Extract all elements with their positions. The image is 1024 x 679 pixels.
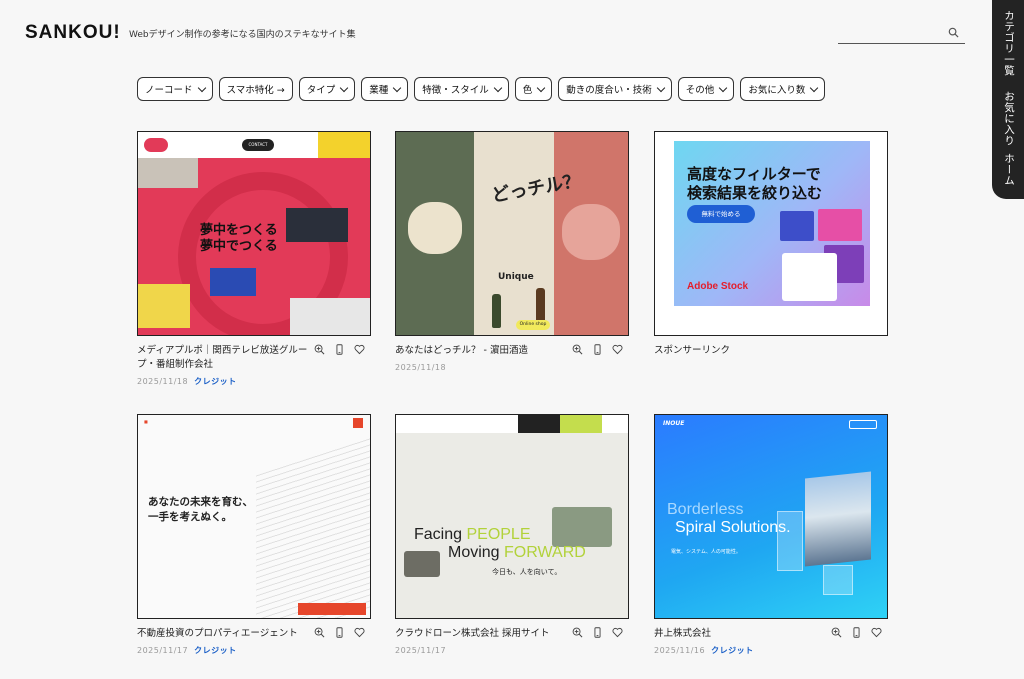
filter-motion[interactable]: 動きの度合い・技術 — [558, 77, 672, 101]
smartphone-icon[interactable] — [592, 344, 603, 355]
smartphone-icon[interactable] — [851, 627, 862, 638]
sponsor-ad[interactable]: 高度なフィルターで 検索結果を絞り込む 無料で始める Adobe Stock — [654, 131, 888, 336]
nav-home[interactable]: ホーム — [1001, 153, 1015, 186]
site-title[interactable]: クラウドローン株式会社 採用サイト — [395, 627, 569, 641]
credit-link[interactable]: クレジット — [194, 646, 237, 655]
adobe-stock-logo: Adobe Stock — [687, 281, 749, 292]
credit-link[interactable]: クレジット — [711, 646, 754, 655]
filter-bar: ノーコード スマホ特化 → タイプ 業種 特徴・スタイル 色 動きの度合い・技術… — [137, 77, 826, 101]
site-title[interactable]: 井上株式会社 — [654, 627, 828, 641]
search-input[interactable] — [838, 24, 943, 45]
chevron-down-icon — [393, 83, 402, 92]
zoom-icon[interactable] — [314, 344, 325, 355]
post-date: 2025/11/17 — [395, 646, 447, 655]
site-card: INOUE Borderless Spiral Solutions. 電気、シス… — [654, 414, 888, 658]
filter-other[interactable]: その他 — [677, 77, 735, 101]
site-card: どっチル？ Unique Online shop あなたはどっチル？ - 濵田酒… — [395, 131, 629, 375]
site-card: CONTACT 夢中をつくる 夢中でつくる メディアプルポ｜関西テレビ放送グループ… — [137, 131, 371, 389]
site-title[interactable]: 不動産投資のプロパティエージェント — [137, 627, 311, 641]
post-date: 2025/11/18 — [395, 363, 447, 372]
credit-link[interactable]: クレジット — [194, 377, 237, 386]
heart-icon[interactable] — [354, 627, 365, 638]
site-title[interactable]: メディアプルポ｜関西テレビ放送グループ・番組制作会社 — [137, 344, 311, 372]
site-thumbnail[interactable]: どっチル？ Unique Online shop — [395, 131, 629, 336]
site-tagline: Webデザイン制作の参考になる国内のステキなサイト集 — [129, 30, 356, 40]
ad-cta-button[interactable]: 無料で始める — [687, 205, 755, 223]
search-box — [838, 22, 965, 45]
chevron-down-icon — [537, 83, 546, 92]
site-thumbnail[interactable]: INOUE Borderless Spiral Solutions. 電気、シス… — [654, 414, 888, 619]
chevron-down-icon — [810, 83, 819, 92]
zoom-icon[interactable] — [572, 627, 583, 638]
site-logo[interactable]: SANKOU! — [25, 22, 121, 44]
filter-smartphone[interactable]: スマホ特化 → — [218, 77, 293, 101]
heart-icon[interactable] — [354, 344, 365, 355]
smartphone-icon[interactable] — [334, 344, 345, 355]
sponsor-card: 高度なフィルターで 検索結果を絞り込む 無料で始める Adobe Stock スポ… — [654, 131, 888, 358]
heart-icon[interactable] — [612, 344, 623, 355]
smartphone-icon[interactable] — [334, 627, 345, 638]
sponsor-label: スポンサーリンク — [654, 345, 731, 356]
search-icon[interactable] — [948, 27, 959, 38]
heart-icon[interactable] — [871, 627, 882, 638]
nav-favorites[interactable]: お気に入り — [1001, 91, 1015, 146]
site-thumbnail[interactable]: CONTACT 夢中をつくる 夢中でつくる — [137, 131, 371, 336]
zoom-icon[interactable] — [572, 344, 583, 355]
zoom-icon[interactable] — [314, 627, 325, 638]
filter-color[interactable]: 色 — [514, 77, 553, 101]
chevron-down-icon — [719, 83, 728, 92]
post-date: 2025/11/16 — [654, 646, 706, 655]
chevron-down-icon — [493, 83, 503, 92]
site-card: Facing PEOPLE Moving FORWARD 今日も、人を向いて。 … — [395, 414, 629, 658]
chevron-down-icon — [339, 83, 349, 92]
side-navigation: カテゴリ一覧 お気に入り ホーム — [992, 0, 1024, 199]
site-thumbnail[interactable]: Facing PEOPLE Moving FORWARD 今日も、人を向いて。 — [395, 414, 629, 619]
site-thumbnail[interactable]: ■ あなたの未来を育む、 一手を考えぬく。 — [137, 414, 371, 619]
filter-style[interactable]: 特徴・スタイル — [414, 77, 509, 101]
filter-nocode[interactable]: ノーコード — [137, 77, 213, 101]
zoom-icon[interactable] — [831, 627, 842, 638]
filter-type[interactable]: タイプ — [298, 77, 356, 101]
chevron-down-icon — [656, 83, 666, 92]
site-title[interactable]: あなたはどっチル？ - 濵田酒造 — [395, 344, 569, 358]
chevron-down-icon — [197, 83, 206, 92]
nav-category-list[interactable]: カテゴリ一覧 — [1001, 10, 1015, 76]
filter-industry[interactable]: 業種 — [361, 77, 409, 101]
smartphone-icon[interactable] — [592, 627, 603, 638]
filter-favorites-count[interactable]: お気に入り数 — [740, 77, 826, 101]
post-date: 2025/11/17 — [137, 646, 189, 655]
site-card: ■ あなたの未来を育む、 一手を考えぬく。 不動産投資のプロパティエージェント 2… — [137, 414, 371, 658]
post-date: 2025/11/18 — [137, 377, 189, 386]
heart-icon[interactable] — [612, 627, 623, 638]
